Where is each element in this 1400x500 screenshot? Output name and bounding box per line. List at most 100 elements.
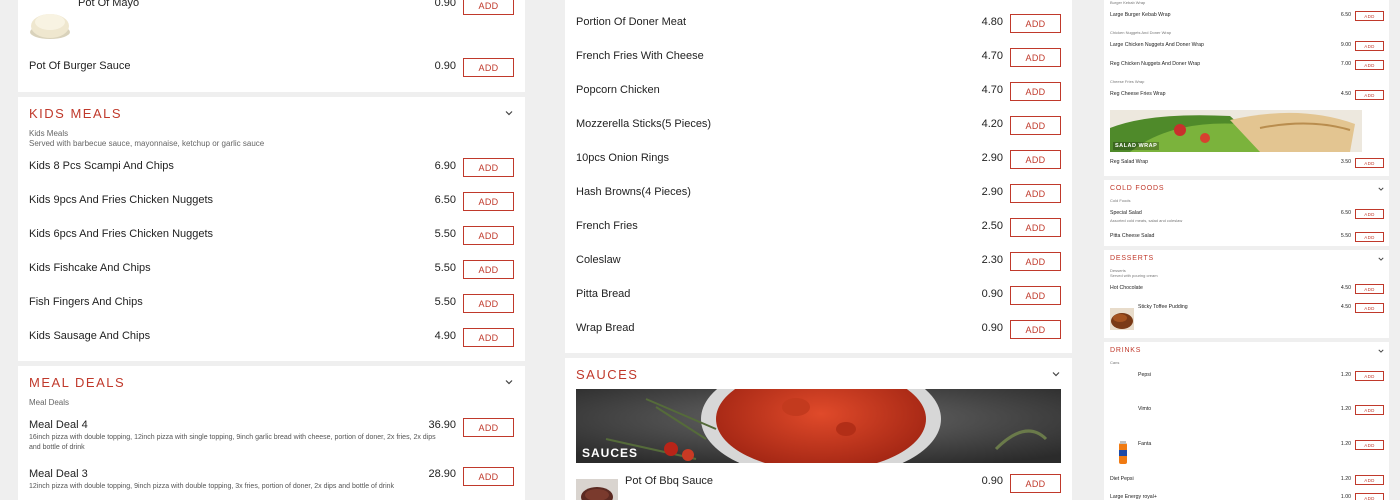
item-name: Large Energy royal+ [1110, 494, 1157, 500]
section-title[interactable]: DESSERTS [1110, 255, 1154, 262]
item-price: 36.90 [428, 419, 456, 431]
item-name: Pot Of Bbq Sauce [625, 475, 714, 487]
menu-item: Fanta 1.20 ADD [1104, 439, 1389, 467]
add-button[interactable]: ADD [463, 226, 514, 245]
add-button[interactable]: ADD [1355, 158, 1384, 168]
item-name: Sticky Toffee Pudding [1138, 304, 1188, 310]
add-button[interactable]: ADD [463, 58, 514, 77]
item-price: 4.70 [981, 50, 1003, 62]
item-price: 1.20 [1340, 372, 1351, 378]
group-label: Chicken Nuggets And Doner Wrap [1110, 30, 1172, 35]
add-button[interactable]: ADD [1010, 150, 1061, 169]
item-price: 6.90 [434, 160, 456, 172]
item-description: 16inch pizza with double topping, 12inch… [29, 434, 436, 451]
chevron-down-icon[interactable] [1378, 186, 1384, 192]
add-button[interactable]: ADD [1010, 286, 1061, 305]
item-name: Kids 9pcs And Fries Chicken Nuggets [29, 194, 214, 206]
add-button[interactable]: ADD [1010, 474, 1061, 493]
item-name: French Fries [576, 220, 638, 232]
item-price: 0.90 [981, 288, 1003, 300]
add-button[interactable]: ADD [1355, 475, 1384, 485]
add-button[interactable]: ADD [1355, 405, 1384, 415]
add-button[interactable]: ADD [1355, 371, 1384, 381]
chevron-down-icon[interactable] [1378, 256, 1384, 262]
item-name: Special Salad [1110, 210, 1142, 216]
menu-item: Kids Fishcake And Chips 5.50 ADD [18, 260, 525, 282]
fanta-can-image [1119, 441, 1127, 464]
drinks-card: DRINKS Cans Pepsi 1.20 ADD Vimto 1.20 AD… [1104, 342, 1389, 500]
item-description: Assorted cold meats, salad and coleslaw [1110, 218, 1183, 223]
add-button[interactable]: ADD [463, 294, 514, 313]
add-button[interactable]: ADD [1355, 284, 1384, 294]
section-title[interactable]: SAUCES [576, 367, 638, 382]
section-title[interactable]: DRINKS [1110, 347, 1141, 354]
add-button[interactable]: ADD [463, 418, 514, 437]
menu-column-left: Pot Of Mayo 0.90 ADD Pot Of Burger Sauce… [18, 0, 525, 500]
wraps-card: Burger Kebab Wrap Large Burger Kebab Wra… [1104, 0, 1389, 176]
mayo-pot-image [30, 14, 70, 39]
add-button[interactable]: ADD [463, 0, 514, 15]
add-button[interactable]: ADD [1010, 320, 1061, 339]
add-button[interactable]: ADD [1010, 184, 1061, 203]
menu-item: Hash Browns(4 Pieces) 2.90 ADD [565, 184, 1072, 206]
menu-item: Large Burger Kebab Wrap 6.50 ADD [1104, 11, 1389, 23]
add-button[interactable]: ADD [1355, 232, 1384, 242]
add-button[interactable]: ADD [1355, 90, 1384, 100]
add-button[interactable]: ADD [1010, 48, 1061, 67]
menu-item: Large Energy royal+ 1.00 ADD [1104, 492, 1389, 500]
item-name: Hash Browns(4 Pieces) [576, 186, 691, 198]
add-button[interactable]: ADD [1355, 440, 1384, 450]
section-subtitle: Cans [1110, 360, 1120, 365]
sauce-bowl-image [576, 389, 1061, 463]
chevron-down-icon[interactable] [1378, 348, 1384, 354]
section-title[interactable]: COLD FOODS [1110, 185, 1164, 192]
menu-item: Wrap Bread 0.90 ADD [565, 320, 1072, 342]
add-button[interactable]: ADD [463, 328, 514, 347]
chevron-down-icon[interactable] [505, 378, 513, 386]
menu-item: Vimto 1.20 ADD [1104, 404, 1389, 418]
add-button[interactable]: ADD [463, 467, 514, 486]
add-button[interactable]: ADD [1355, 41, 1384, 51]
item-name: 10pcs Onion Rings [576, 152, 669, 164]
menu-item: French Fries 2.50 ADD [565, 218, 1072, 240]
chevron-down-icon[interactable] [1052, 370, 1060, 378]
bbq-sauce-pot-image [576, 479, 618, 500]
item-name: Hot Chocolate [1110, 285, 1143, 291]
group-label: Burger Kebab Wrap [1110, 0, 1146, 5]
add-button[interactable]: ADD [1355, 60, 1384, 70]
sides-card: Portion Of Doner Meat 4.80 ADD French Fr… [565, 0, 1072, 353]
add-button[interactable]: ADD [1355, 303, 1384, 313]
add-button[interactable]: ADD [1010, 218, 1061, 237]
chevron-down-icon[interactable] [505, 109, 513, 117]
item-name: Pitta Cheese Salad [1110, 233, 1155, 239]
menu-item: Pitta Cheese Salad 5.50 ADD [1104, 232, 1389, 244]
menu-column-right: Burger Kebab Wrap Large Burger Kebab Wra… [1104, 0, 1389, 500]
item-price: 4.50 [1340, 304, 1351, 310]
add-button[interactable]: ADD [1355, 493, 1384, 500]
menu-item: Mozzerella Sticks(5 Pieces) 4.20 ADD [565, 116, 1072, 138]
sauces-banner: SAUCES [576, 389, 1061, 463]
item-price: 2.90 [981, 152, 1003, 164]
add-button[interactable]: ADD [1010, 14, 1061, 33]
banner-label: SALAD WRAP [1113, 142, 1160, 150]
group-label: Cheese Fries Wrap [1110, 79, 1145, 84]
add-button[interactable]: ADD [1010, 82, 1061, 101]
add-button[interactable]: ADD [463, 192, 514, 211]
meal-deals-card: MEAL DEALS Meal Deals Meal Deal 4 16inch… [18, 366, 525, 500]
menu-item: Meal Deal 4 16inch pizza with double top… [18, 418, 525, 458]
add-button[interactable]: ADD [463, 260, 514, 279]
add-button[interactable]: ADD [1355, 209, 1384, 219]
add-button[interactable]: ADD [463, 158, 514, 177]
add-button[interactable]: ADD [1010, 252, 1061, 271]
add-button[interactable]: ADD [1010, 116, 1061, 135]
cold-foods-card: COLD FOODS Cold Foods Special Salad Asso… [1104, 180, 1389, 246]
menu-item: Large Chicken Nuggets And Doner Wrap 9.0… [1104, 41, 1389, 53]
item-price: 7.00 [1340, 61, 1351, 67]
menu-item: Sticky Toffee Pudding 4.50 ADD [1104, 303, 1389, 333]
item-name: Meal Deal 3 [29, 468, 88, 480]
item-name: Popcorn Chicken [576, 84, 660, 96]
add-button[interactable]: ADD [1355, 11, 1384, 21]
section-title[interactable]: KIDS MEALS [29, 106, 122, 121]
menu-item: Reg Salad Wrap 3.50 ADD [1104, 158, 1389, 170]
section-title[interactable]: MEAL DEALS [29, 375, 125, 390]
